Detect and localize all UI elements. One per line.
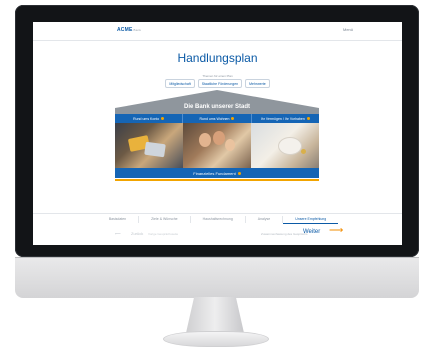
face-shape bbox=[225, 139, 235, 151]
top-bar: ACMEBank Menü bbox=[33, 22, 402, 41]
monitor-base bbox=[163, 331, 269, 347]
topic-pills: Mitgliedschaft Staatliche Förderungen Me… bbox=[33, 79, 402, 88]
screen: ACMEBank Menü Handlungsplan Themen für e… bbox=[33, 22, 402, 245]
roof-label: Die Bank unserer Stadt bbox=[183, 104, 251, 110]
logo-text: ACME bbox=[117, 27, 133, 33]
face-shape bbox=[213, 131, 225, 145]
piggy-bank-shape bbox=[279, 138, 301, 154]
pill-mehrwerte[interactable]: Mehrwerte bbox=[245, 79, 270, 88]
column-vermoegen[interactable]: Ihr Vermögen / Ihr Vorhaben bbox=[252, 114, 319, 123]
photo-family[interactable] bbox=[183, 123, 251, 168]
foundation-bar[interactable]: Finanzielles Fundament bbox=[115, 168, 319, 178]
info-dot-icon bbox=[231, 117, 235, 120]
tab-ziele[interactable]: Ziele & Wünsche bbox=[139, 216, 191, 223]
back-arrow-icon[interactable]: ⟵ bbox=[115, 231, 121, 236]
menu-link[interactable]: Menü bbox=[343, 27, 353, 32]
house-columns: Rund ums Konto Rund ums Wohnen Ihr Vermö… bbox=[115, 114, 319, 123]
bank-logo[interactable]: ACMEBank bbox=[117, 27, 141, 33]
pill-mitgliedschaft[interactable]: Mitgliedschaft bbox=[165, 79, 195, 88]
column-photos bbox=[115, 123, 319, 168]
back-button[interactable]: Zurück bbox=[131, 231, 143, 236]
next-button[interactable]: Weiter bbox=[303, 229, 320, 235]
tab-analyse[interactable]: Analyse bbox=[246, 216, 284, 223]
pill-foerderungen[interactable]: Staatliche Förderungen bbox=[197, 79, 243, 88]
photo-bank-cards[interactable] bbox=[115, 123, 183, 168]
tab-basisdaten[interactable]: Basisdaten bbox=[97, 216, 140, 223]
page-title: Handlungsplan bbox=[177, 51, 258, 65]
next-arrow-icon[interactable]: ⟶ bbox=[329, 226, 343, 236]
previous-page-link[interactable]: Vorige Gesprächsseite bbox=[148, 232, 178, 236]
column-label: Rund ums Wohnen bbox=[199, 116, 230, 121]
step-navigation: Basisdaten Ziele & Wünsche Haushaltsrech… bbox=[33, 213, 402, 225]
info-dot-icon bbox=[161, 117, 165, 120]
photo-piggy-bank[interactable] bbox=[251, 123, 319, 168]
column-konto[interactable]: Rund ums Konto bbox=[115, 114, 184, 123]
tab-empfehlung[interactable]: Unsere Empfehlung bbox=[283, 216, 339, 224]
face-shape bbox=[199, 133, 211, 147]
info-dot-icon bbox=[237, 171, 241, 175]
column-label: Ihr Vermögen / Ihr Vorhaben bbox=[260, 116, 305, 121]
tab-haushalt[interactable]: Haushaltsrechnung bbox=[191, 216, 246, 223]
monitor-stand bbox=[186, 297, 244, 333]
foundation-label: Finanzielles Fundament bbox=[193, 170, 236, 176]
next-page-link[interactable]: Zusammenfassung des Gesprächs bbox=[261, 232, 308, 236]
info-dot-icon bbox=[306, 117, 310, 120]
logo-tag: Bank bbox=[133, 28, 142, 32]
accent-line bbox=[115, 179, 319, 181]
column-label: Rund ums Konto bbox=[133, 116, 160, 121]
card-shape bbox=[144, 141, 166, 158]
page-subtitle: Themen für einen Plan bbox=[202, 74, 233, 78]
coin-shape bbox=[301, 149, 306, 154]
footer-nav: ⟵ Zurück Vorige Gesprächsseite Zusammenf… bbox=[33, 225, 402, 245]
column-wohnen[interactable]: Rund ums Wohnen bbox=[183, 114, 252, 123]
monitor-chin bbox=[15, 257, 419, 298]
